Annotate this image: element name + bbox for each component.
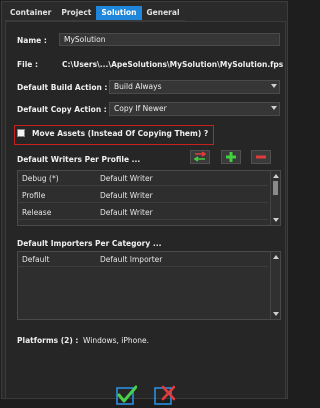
writers-scrollbar[interactable]	[270, 171, 280, 225]
platforms-value: Windows, iPhone.	[83, 336, 149, 345]
copy-action-label: Default Copy Action :	[17, 105, 107, 114]
solution-panel: Name : MySolution File : C:\Users\...\Ap…	[5, 21, 286, 405]
importers-header: Default Importers Per Category ...	[17, 239, 162, 248]
table-row[interactable]: Release Default Writer	[18, 205, 268, 220]
scroll-thumb[interactable]	[273, 181, 278, 195]
cancel-button[interactable]	[154, 385, 176, 406]
file-path: C:\Users\...\ApeSolutions\MySolution\MyS…	[62, 60, 284, 69]
move-assets-label[interactable]: Move Assets (Instead Of Copying Them) ?	[32, 129, 208, 138]
table-row[interactable]: Default Default Importer	[18, 252, 268, 267]
table-row[interactable]: Debug (*) Default Writer	[18, 171, 268, 186]
writer-profile: Profile	[22, 191, 46, 200]
remove-writer-button[interactable]	[251, 150, 271, 164]
cancel-x-icon	[154, 385, 176, 405]
tab-solution[interactable]: Solution	[96, 6, 142, 21]
solution-window: Container Project Solution General Name …	[1, 1, 288, 405]
writers-list[interactable]: Debug (*) Default Writer Profile Default…	[17, 170, 281, 226]
writers-header: Default Writers Per Profile ...	[17, 155, 141, 164]
importer-name: Default Importer	[100, 255, 163, 264]
writer-name: Default Writer	[100, 208, 153, 217]
scroll-up-icon[interactable]	[273, 174, 279, 178]
chevron-down-icon	[271, 106, 277, 110]
writer-profile: Debug (*)	[22, 174, 59, 183]
scroll-down-icon[interactable]	[273, 312, 279, 316]
plus-icon	[226, 152, 236, 162]
importers-scrollbar[interactable]	[270, 252, 280, 319]
writer-name: Default Writer	[100, 174, 153, 183]
minus-icon	[256, 155, 266, 159]
file-label: File :	[17, 60, 38, 69]
ok-button[interactable]	[116, 385, 138, 406]
swap-arrows-icon	[193, 151, 207, 162]
table-row[interactable]: Profile Default Writer	[18, 188, 268, 203]
build-action-dropdown[interactable]: Build Always	[109, 80, 280, 94]
writer-profile: Release	[22, 208, 52, 217]
tab-bar: Container Project Solution General	[5, 6, 185, 21]
copy-action-value: Copy If Newer	[114, 104, 167, 113]
name-field[interactable]: MySolution	[59, 33, 280, 46]
name-label: Name :	[17, 36, 47, 45]
name-value: MySolution	[64, 35, 106, 44]
platforms-label: Platforms (2) :	[17, 336, 79, 345]
scroll-down-icon[interactable]	[273, 218, 279, 222]
importers-list[interactable]: Default Default Importer	[17, 251, 281, 320]
tab-general[interactable]: General	[141, 6, 185, 21]
build-action-label: Default Build Action :	[17, 83, 108, 92]
scroll-up-icon[interactable]	[273, 255, 279, 259]
tab-container[interactable]: Container	[5, 6, 57, 21]
copy-action-dropdown[interactable]: Copy If Newer	[109, 102, 280, 116]
writer-name: Default Writer	[100, 191, 153, 200]
importer-category: Default	[22, 255, 50, 264]
tab-project[interactable]: Project	[56, 6, 97, 21]
checkmark-icon	[116, 385, 138, 405]
chevron-down-icon	[271, 84, 277, 88]
build-action-value: Build Always	[114, 82, 162, 91]
add-writer-button[interactable]	[221, 150, 241, 164]
swap-button[interactable]	[190, 150, 210, 164]
move-assets-checkbox[interactable]	[17, 129, 25, 137]
